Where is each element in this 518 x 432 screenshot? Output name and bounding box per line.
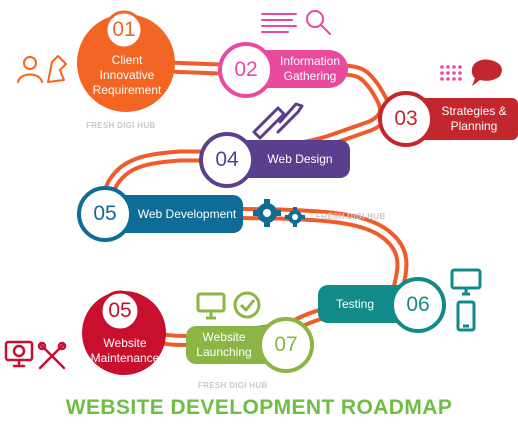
step-4-number: 04 bbox=[215, 148, 239, 171]
step-2-number: 02 bbox=[234, 58, 258, 81]
pen-brush-icon bbox=[252, 102, 304, 140]
step-1-label: Client Innovative Requirement bbox=[92, 52, 162, 97]
step-2-label: Information Gathering bbox=[279, 54, 341, 83]
step-6-label: Testing bbox=[335, 296, 375, 311]
user-pointer-icon bbox=[17, 55, 67, 83]
step-5-label: Web Development bbox=[137, 206, 237, 221]
step-8-label: Website Maintenance bbox=[90, 336, 160, 365]
watermark-2: FRESH DIGI HUB bbox=[316, 212, 386, 221]
tools-icon bbox=[4, 340, 67, 370]
step-8-number: 05 bbox=[108, 299, 132, 322]
screen-check-icon bbox=[196, 291, 261, 320]
gears-icon bbox=[253, 199, 305, 227]
step-6-number: 06 bbox=[406, 293, 430, 316]
step-5-number: 05 bbox=[93, 202, 117, 225]
watermark-1: FRESH DIGI HUB bbox=[86, 121, 156, 130]
page-title: WEBSITE DEVELOPMENT ROADMAP bbox=[65, 396, 453, 419]
step-7-label: Website Launching bbox=[196, 330, 252, 359]
step-3-label: Strategies & Planning bbox=[441, 104, 507, 133]
step-7-number: 07 bbox=[274, 333, 298, 356]
watermark-3: FRESH DIGI HUB bbox=[198, 381, 268, 390]
search-list-icon bbox=[261, 10, 331, 35]
step-3-number: 03 bbox=[394, 107, 418, 130]
chat-dots-icon bbox=[440, 59, 502, 86]
monitor-phone-icon bbox=[450, 268, 482, 332]
step-1-number: 01 bbox=[112, 18, 136, 41]
step-4-label: Web Design bbox=[267, 151, 333, 166]
